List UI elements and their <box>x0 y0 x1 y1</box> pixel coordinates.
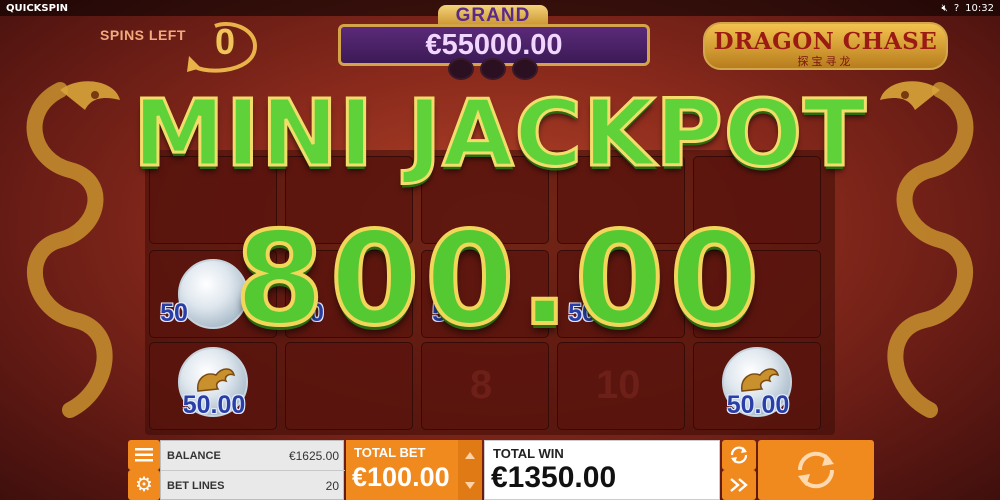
speaker-muted-icon[interactable]: 🔇︎ <box>942 3 948 14</box>
chevron-up-icon <box>465 451 475 459</box>
win-amount: 800.00 <box>233 203 765 356</box>
balance-value: €1625.00 <box>288 449 339 463</box>
spins-left-label: SPINS LEFT <box>100 27 186 43</box>
balance-panel: BALANCE €1625.00 BET LINES 20 <box>160 440 345 500</box>
logo-subtitle: 探宝寻龙 <box>797 56 854 68</box>
turbo-button[interactable] <box>722 470 756 500</box>
bet-decrease-button[interactable] <box>458 470 482 500</box>
win-title: MINI JACKPOT <box>132 79 868 189</box>
menu-button[interactable] <box>128 440 160 470</box>
reel-cell <box>285 342 413 430</box>
reel-cell: 10 <box>557 342 685 430</box>
autoplay-button[interactable] <box>722 440 756 470</box>
reel-cell: 50.00 <box>149 342 277 430</box>
logo-title: DRAGON CHASE <box>713 28 938 55</box>
total-bet-value: €100.00 <box>352 462 450 492</box>
total-bet-label: TOTAL BET <box>354 445 426 460</box>
jackpot-indicator <box>512 58 538 80</box>
coin-value: 50.00 <box>726 391 790 419</box>
total-win-value: €1350.00 <box>491 461 617 494</box>
bet-increase-button[interactable] <box>458 440 482 470</box>
bet-adjust <box>458 440 482 500</box>
clock: 10:32 <box>965 2 994 14</box>
total-bet-panel: TOTAL BET €100.00 <box>346 440 458 500</box>
gear-icon: ⚙ <box>135 474 153 496</box>
spin-button[interactable] <box>758 440 874 500</box>
balance-row: BALANCE €1625.00 <box>161 441 345 471</box>
spins-left-value: 0 <box>214 21 236 62</box>
coin-value: 50.00 <box>182 391 246 419</box>
chevron-down-icon <box>465 481 475 489</box>
brand-label: QUICKSPIN <box>6 2 69 14</box>
spin-icon <box>797 451 835 489</box>
fast-forward-icon <box>730 478 748 492</box>
jackpot-indicator <box>480 58 506 80</box>
reel-cell: 8 <box>421 342 549 430</box>
settings-button[interactable]: ⚙ <box>128 470 160 500</box>
game-logo: DRAGON CHASE 探宝寻龙 <box>703 22 948 70</box>
bet-lines-value: 20 <box>325 478 339 493</box>
balance-label: BALANCE <box>167 450 221 462</box>
autoplay-icon <box>730 446 748 464</box>
total-win-panel: TOTAL WIN €1350.00 <box>484 440 720 500</box>
hamburger-icon <box>135 448 153 462</box>
question-icon[interactable]: ? <box>954 3 959 14</box>
jackpot-indicator <box>448 58 474 80</box>
total-win-label: TOTAL WIN <box>493 446 564 461</box>
bet-lines-row: BET LINES 20 <box>161 470 345 500</box>
ghost-symbol: 10 <box>596 363 641 407</box>
topbar-controls: 🔇︎ ? 10:32 <box>942 3 994 14</box>
jackpot-indicators <box>448 58 538 80</box>
reel-cell: 50.00 <box>693 342 821 430</box>
ghost-symbol: 8 <box>470 363 493 407</box>
bet-lines-label: BET LINES <box>167 479 225 492</box>
